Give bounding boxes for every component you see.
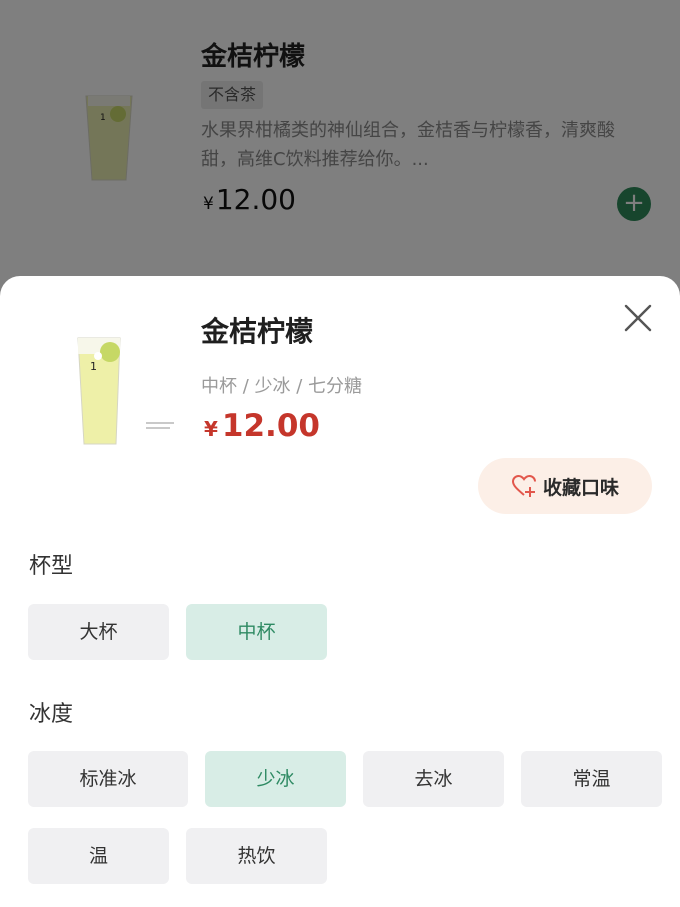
sheet-price: ¥12.00 xyxy=(204,408,320,444)
product-options-sheet: 1 金桔柠檬 中杯 / 少冰 / 七分糖 ¥12.00 收藏口味 杯型 大杯 中… xyxy=(0,276,680,907)
option-standard-ice[interactable]: 标准冰 xyxy=(28,751,188,807)
option-no-ice[interactable]: 去冰 xyxy=(363,751,504,807)
svg-text:1: 1 xyxy=(90,360,97,373)
option-less-ice[interactable]: 少冰 xyxy=(205,751,346,807)
ice-level-label: 冰度 xyxy=(29,702,74,727)
option-large-cup[interactable]: 大杯 xyxy=(28,604,169,660)
option-room-temp[interactable]: 常温 xyxy=(521,751,662,807)
option-medium-cup[interactable]: 中杯 xyxy=(186,604,327,660)
modal-overlay[interactable] xyxy=(0,0,680,300)
favorite-flavor-button[interactable]: 收藏口味 xyxy=(478,458,652,514)
sheet-title: 金桔柠檬 xyxy=(201,315,314,348)
cup-size-label: 杯型 xyxy=(29,554,74,579)
favorite-label: 收藏口味 xyxy=(542,476,619,499)
selection-summary: 中杯 / 少冰 / 七分糖 xyxy=(201,376,363,397)
option-hot[interactable]: 热饮 xyxy=(186,828,327,884)
heart-plus-icon xyxy=(511,474,536,497)
drink-image: 1 xyxy=(77,337,174,445)
option-warm[interactable]: 温 xyxy=(28,828,169,884)
close-icon[interactable] xyxy=(620,300,656,336)
